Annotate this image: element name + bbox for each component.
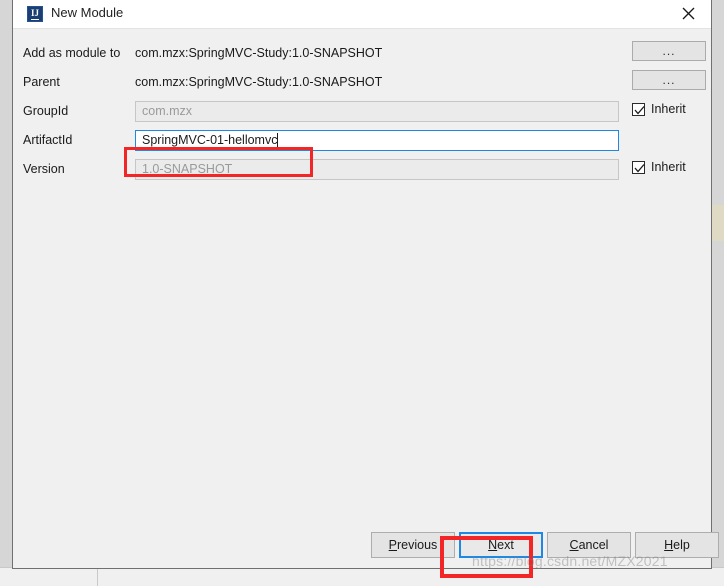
dialog-footer: Previous Next Cancel Help bbox=[13, 532, 719, 558]
checkmark-icon bbox=[634, 105, 645, 114]
close-icon-glyph bbox=[682, 7, 695, 20]
browse-button-parent[interactable]: ... bbox=[632, 70, 706, 90]
form-row-parent: Parent com.mzx:SpringMVC-Study:1.0-SNAPS… bbox=[13, 70, 711, 98]
label-version: Version bbox=[23, 162, 65, 176]
dialog-title-bar: IJ New Module bbox=[13, 0, 711, 29]
checkbox-box bbox=[632, 160, 645, 174]
help-button-mnemonic: H bbox=[664, 538, 674, 552]
form-row-add-as-module-to: Add as module to com.mzx:SpringMVC-Study… bbox=[13, 41, 711, 69]
label-groupid: GroupId bbox=[23, 104, 69, 118]
next-button-mnemonic: N bbox=[488, 538, 498, 552]
next-button[interactable]: Next bbox=[459, 532, 543, 558]
version-input[interactable]: 1.0-SNAPSHOT bbox=[135, 159, 619, 180]
previous-button[interactable]: Previous bbox=[371, 532, 455, 558]
form-row-version: Version 1.0-SNAPSHOT Inherit bbox=[13, 157, 711, 185]
cancel-button-mnemonic: C bbox=[569, 538, 579, 552]
artifactid-input[interactable]: SpringMVC-01-hellomvc bbox=[135, 130, 619, 151]
ellipsis-icon: ... bbox=[662, 44, 676, 58]
ellipsis-icon: ... bbox=[662, 73, 676, 87]
version-inherit-label: Inherit bbox=[651, 160, 686, 174]
value-parent: com.mzx:SpringMVC-Study:1.0-SNAPSHOT bbox=[135, 75, 383, 89]
intellij-idea-icon-glyph: IJ bbox=[30, 7, 39, 20]
checkmark-icon bbox=[634, 163, 645, 172]
form-row-groupid: GroupId com.mzx Inherit bbox=[13, 99, 711, 127]
artifactid-input-value: SpringMVC-01-hellomvc bbox=[142, 133, 278, 147]
label-parent: Parent bbox=[23, 75, 60, 89]
version-inherit-checkbox[interactable]: Inherit bbox=[632, 160, 686, 174]
groupid-inherit-checkbox[interactable]: Inherit bbox=[632, 102, 686, 116]
help-button[interactable]: Help bbox=[635, 532, 719, 558]
text-caret bbox=[277, 133, 279, 147]
form-row-artifactid: ArtifactId SpringMVC-01-hellomvc bbox=[13, 128, 711, 156]
close-icon[interactable] bbox=[666, 0, 711, 27]
background-strip-divider bbox=[97, 569, 98, 586]
groupid-inherit-label: Inherit bbox=[651, 102, 686, 116]
previous-button-label: revious bbox=[397, 538, 438, 552]
new-module-dialog: IJ New Module Add as module to com.mzx:S… bbox=[12, 0, 719, 569]
label-add-as-module-to: Add as module to bbox=[23, 46, 121, 60]
intellij-idea-icon: IJ bbox=[27, 6, 43, 22]
groupid-input[interactable]: com.mzx bbox=[135, 101, 619, 122]
dialog-title: New Module bbox=[51, 5, 124, 20]
module-form: Add as module to com.mzx:SpringMVC-Study… bbox=[13, 29, 719, 568]
label-artifactid: ArtifactId bbox=[23, 133, 73, 147]
value-add-as-module-to: com.mzx:SpringMVC-Study:1.0-SNAPSHOT bbox=[135, 46, 383, 60]
background-taskbar-strip bbox=[0, 567, 724, 586]
checkbox-box bbox=[632, 102, 645, 116]
next-button-label: ext bbox=[497, 538, 514, 552]
browse-button-add-as-module-to[interactable]: ... bbox=[632, 41, 706, 61]
cancel-button[interactable]: Cancel bbox=[547, 532, 631, 558]
previous-button-mnemonic: P bbox=[388, 538, 398, 552]
cancel-button-label: ancel bbox=[578, 538, 609, 552]
help-button-label: elp bbox=[673, 538, 690, 552]
